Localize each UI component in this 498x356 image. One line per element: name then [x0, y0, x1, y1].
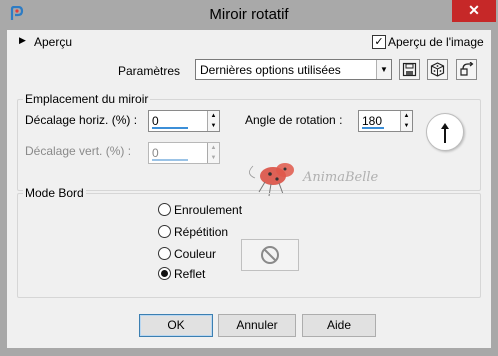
image-preview-checkbox[interactable]: ✓: [372, 35, 386, 49]
presets-selected-value: Dernières options utilisées: [200, 63, 341, 77]
radio-selected-dot: [161, 270, 168, 277]
horizontal-offset-label: Décalage horiz. (%) :: [25, 113, 138, 127]
save-preset-button[interactable]: [399, 59, 420, 80]
randomize-icon: [430, 62, 445, 77]
spinner-arrows-icon[interactable]: ▲ ▼: [400, 111, 412, 131]
presets-dropdown[interactable]: Dernières options utilisées ▼: [195, 59, 392, 80]
horizontal-offset-bar: [152, 127, 188, 129]
rotation-angle-value[interactable]: 180: [362, 114, 382, 128]
edge-wrap-radio[interactable]: [158, 203, 171, 216]
edge-reflect-radio[interactable]: [158, 267, 171, 280]
vertical-offset-label: Décalage vert. (%) :: [25, 144, 132, 158]
edge-color-swatch[interactable]: [241, 239, 299, 271]
ladybug-icon: [249, 163, 294, 197]
randomize-button[interactable]: [427, 59, 448, 80]
dialog-body: ▶ Aperçu ✓ Aperçu de l'image Paramètres …: [7, 30, 491, 348]
reset-button[interactable]: [456, 59, 477, 80]
cancel-button[interactable]: Annuler: [218, 314, 296, 337]
edge-wrap-label[interactable]: Enroulement: [174, 203, 242, 217]
presets-label: Paramètres: [118, 64, 181, 78]
watermark-text: AnimaBelle: [303, 170, 379, 185]
vertical-offset-value[interactable]: 0: [152, 146, 159, 160]
spinner-arrows-icon[interactable]: ▲ ▼: [207, 111, 219, 131]
vertical-offset-spinner[interactable]: 0 ▲ ▼: [148, 142, 220, 164]
image-preview-label[interactable]: Aperçu de l'image: [388, 35, 484, 49]
edge-repeat-label[interactable]: Répétition: [174, 225, 228, 239]
vertical-offset-bar: [152, 159, 188, 161]
edge-reflect-label[interactable]: Reflet: [174, 267, 205, 281]
close-icon: ✕: [468, 2, 480, 18]
mirror-placement-title: Emplacement du miroir: [23, 92, 151, 106]
rotation-angle-bar: [362, 127, 384, 129]
preview-toggle-label[interactable]: Aperçu: [34, 35, 72, 49]
help-button[interactable]: Aide: [302, 314, 376, 337]
save-preset-icon: [402, 62, 417, 77]
reset-icon: [460, 62, 474, 76]
no-color-icon: [261, 246, 279, 264]
rotation-dial[interactable]: [426, 113, 464, 151]
close-button[interactable]: ✕: [452, 0, 496, 22]
horizontal-offset-value[interactable]: 0: [152, 114, 159, 128]
edge-color-radio[interactable]: [158, 247, 171, 260]
rotation-angle-label: Angle de rotation :: [245, 113, 343, 127]
spinner-arrows-icon[interactable]: ▲ ▼: [207, 143, 219, 163]
edge-mode-title: Mode Bord: [23, 186, 86, 200]
horizontal-offset-spinner[interactable]: 0 ▲ ▼: [148, 110, 220, 132]
rotation-arrow-icon: [441, 123, 449, 143]
ok-button[interactable]: OK: [139, 314, 213, 337]
expand-arrow-icon[interactable]: ▶: [19, 35, 26, 46]
rotation-angle-spinner[interactable]: 180 ▲ ▼: [358, 110, 413, 132]
chevron-down-icon[interactable]: ▼: [376, 60, 391, 79]
window-title: Miroir rotatif: [209, 6, 289, 23]
edge-color-label[interactable]: Couleur: [174, 247, 216, 261]
edge-repeat-radio[interactable]: [158, 225, 171, 238]
